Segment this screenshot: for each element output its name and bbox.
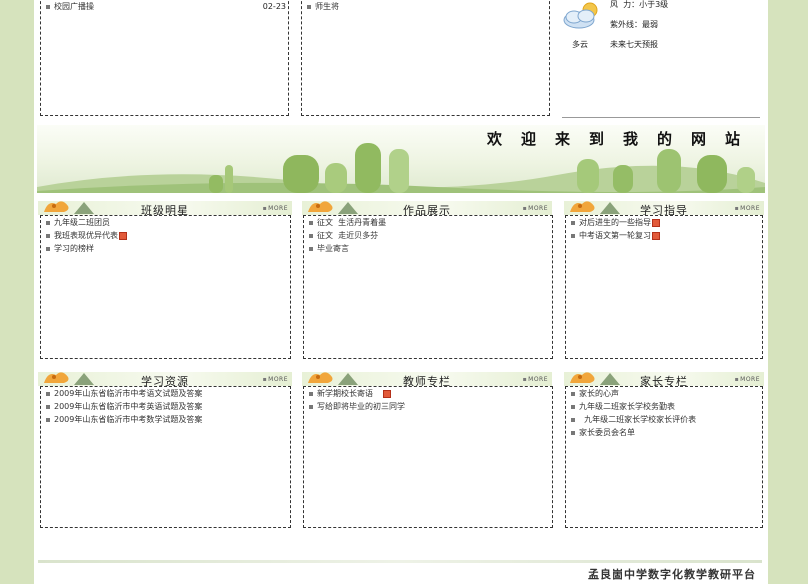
list-item-title[interactable]: 毕业寄言 bbox=[317, 244, 349, 253]
bullet-icon bbox=[571, 233, 575, 238]
list-item[interactable]: 2009年山东省临沂市中考数学试题及答案 bbox=[46, 414, 202, 426]
list-item-title[interactable]: 师生将 bbox=[315, 2, 339, 11]
forecast-link[interactable]: 未来七天预报 bbox=[610, 40, 658, 50]
list-item-title[interactable]: 我班表现优异代表 bbox=[54, 231, 118, 240]
list-item[interactable]: 九年级二班家长学校务勤表 bbox=[571, 401, 675, 413]
condition-text: 多云 bbox=[572, 40, 588, 49]
list-item[interactable]: 家长的心声 bbox=[571, 388, 619, 400]
more-link[interactable]: MORE bbox=[263, 376, 288, 383]
panel-header-study-resources: 学习资源 MORE bbox=[38, 367, 292, 388]
bullet-icon bbox=[309, 233, 313, 238]
list-item[interactable]: 征文 生活丹青着墨 bbox=[309, 217, 386, 229]
wind-text: 风 力：小于3级 bbox=[610, 0, 669, 9]
list-item[interactable]: 九年级二班家长学校家长评价表 bbox=[571, 414, 696, 426]
bullet-icon bbox=[309, 220, 313, 225]
more-link[interactable]: MORE bbox=[735, 376, 760, 383]
list-item-title[interactable]: 对后进生的一些指导 bbox=[579, 218, 651, 227]
list-item-title[interactable]: 学习的榜样 bbox=[54, 244, 94, 253]
panel-parent-column: 家长的心声 九年级二班家长学校务勤表 九年级二班家长学校家长评价表 家长委员会名… bbox=[565, 386, 763, 528]
list-item-title[interactable]: 家长委员会名单 bbox=[579, 428, 635, 437]
list-item[interactable]: 中考语文第一轮复习 bbox=[571, 230, 660, 242]
list-item[interactable]: 对后进生的一些指导 bbox=[571, 217, 660, 229]
list-item-title[interactable]: 九年级二班团员 bbox=[54, 218, 110, 227]
list-item[interactable]: 毕业寄言 bbox=[309, 243, 349, 255]
list-item[interactable]: 写给即将毕业的初三同学 bbox=[309, 401, 405, 413]
bullet-icon bbox=[571, 220, 575, 225]
panel-header-class-stars: 班级明星 MORE bbox=[38, 196, 292, 217]
weather-widget: 风 力：小于3级 紫外线：最弱 多云 未来七天预报 bbox=[560, 0, 766, 118]
page: 校园广播操 02-23 师生将 风 力：小于3级 紫外线：最弱 多云 未来七天预… bbox=[34, 0, 768, 584]
bullet-icon bbox=[309, 246, 313, 251]
bullet-icon bbox=[309, 391, 313, 396]
panel-header-teacher-column: 教师专栏 MORE bbox=[302, 367, 552, 388]
bullet-icon bbox=[46, 4, 50, 9]
top-middle-news-box: 师生将 bbox=[301, 0, 550, 116]
list-item-title[interactable]: 征文 生活丹青着墨 bbox=[317, 218, 386, 227]
list-item-title[interactable]: 家长的心声 bbox=[579, 389, 619, 398]
bullet-icon bbox=[309, 404, 313, 409]
welcome-text: 欢迎来到我的网站 bbox=[486, 130, 759, 148]
banner: 欢迎来到我的网站 bbox=[37, 125, 765, 193]
more-link[interactable]: MORE bbox=[523, 205, 548, 212]
panel-header-study-guide: 学习指导 MORE bbox=[564, 196, 764, 217]
list-item[interactable]: 征文 走近贝多芬 bbox=[309, 230, 378, 242]
bullet-icon bbox=[46, 404, 50, 409]
bullet-icon bbox=[307, 4, 311, 9]
list-item-title[interactable]: 2009年山东省临沂市中考英语试题及答案 bbox=[54, 402, 202, 411]
bullet-icon bbox=[571, 404, 575, 409]
list-item[interactable]: 师生将 bbox=[307, 1, 339, 13]
panel-study-resources: 2009年山东省临沂市中考语文试题及答案 2009年山东省临沂市中考英语试题及答… bbox=[40, 386, 291, 528]
more-link[interactable]: MORE bbox=[523, 376, 548, 383]
list-item-title[interactable]: 2009年山东省临沂市中考数学试题及答案 bbox=[54, 415, 202, 424]
bullet-icon bbox=[46, 417, 50, 422]
list-item[interactable]: 我班表现优异代表 bbox=[46, 230, 127, 242]
weather-divider bbox=[562, 117, 760, 118]
uv-text: 紫外线：最弱 bbox=[610, 20, 658, 29]
list-item[interactable]: 学习的榜样 bbox=[46, 243, 94, 255]
list-item-title[interactable]: 九年级二班家长学校务勤表 bbox=[579, 402, 675, 411]
cloudy-sun-icon bbox=[563, 2, 598, 29]
bullet-icon bbox=[46, 391, 50, 396]
panel-study-guide: 对后进生的一些指导 中考语文第一轮复习 bbox=[565, 215, 763, 359]
list-item[interactable]: 2009年山东省临沂市中考语文试题及答案 bbox=[46, 388, 202, 400]
panel-header-parent-column: 家长专栏 MORE bbox=[564, 367, 764, 388]
new-badge-icon bbox=[119, 231, 127, 240]
panel-header-works: 作品展示 MORE bbox=[302, 196, 552, 217]
list-item[interactable]: 新学期校长寄语 bbox=[309, 388, 391, 400]
list-item-title[interactable]: 校园广播操 bbox=[54, 2, 94, 11]
more-link[interactable]: MORE bbox=[263, 205, 288, 212]
list-item-title[interactable]: 2009年山东省临沂市中考语文试题及答案 bbox=[54, 389, 202, 398]
list-item-date: 02-23 bbox=[262, 2, 286, 11]
footer-divider bbox=[38, 560, 762, 563]
bullet-icon bbox=[46, 246, 50, 251]
list-item[interactable]: 九年级二班团员 bbox=[46, 217, 110, 229]
list-item-title[interactable]: 征文 走近贝多芬 bbox=[317, 231, 378, 240]
list-item-title[interactable]: 中考语文第一轮复习 bbox=[579, 231, 651, 240]
panel-class-stars: 九年级二班团员 我班表现优异代表 学习的榜样 bbox=[40, 215, 291, 359]
bullet-icon bbox=[571, 430, 575, 435]
bullet-icon bbox=[46, 233, 50, 238]
list-item-title[interactable]: 新学期校长寄语 bbox=[317, 389, 373, 398]
list-item[interactable]: 家长委员会名单 bbox=[571, 427, 635, 439]
list-item[interactable]: 校园广播操 bbox=[46, 1, 94, 13]
more-link[interactable]: MORE bbox=[735, 205, 760, 212]
bullet-icon bbox=[571, 391, 575, 396]
new-badge-icon bbox=[383, 389, 391, 398]
list-item[interactable]: 2009年山东省临沂市中考英语试题及答案 bbox=[46, 401, 202, 413]
panel-works: 征文 生活丹青着墨 征文 走近贝多芬 毕业寄言 bbox=[303, 215, 553, 359]
footer-title: 孟良崮中学数字化教学教研平台 bbox=[588, 568, 756, 581]
list-item-title[interactable]: 九年级二班家长学校家长评价表 bbox=[579, 415, 696, 424]
new-badge-icon bbox=[652, 231, 660, 240]
top-left-news-box: 校园广播操 02-23 bbox=[40, 0, 289, 116]
bullet-icon bbox=[571, 417, 575, 422]
panel-teacher-column: 新学期校长寄语 写给即将毕业的初三同学 bbox=[303, 386, 553, 528]
new-badge-icon bbox=[652, 218, 660, 227]
list-item-title[interactable]: 写给即将毕业的初三同学 bbox=[317, 402, 405, 411]
bullet-icon bbox=[46, 220, 50, 225]
